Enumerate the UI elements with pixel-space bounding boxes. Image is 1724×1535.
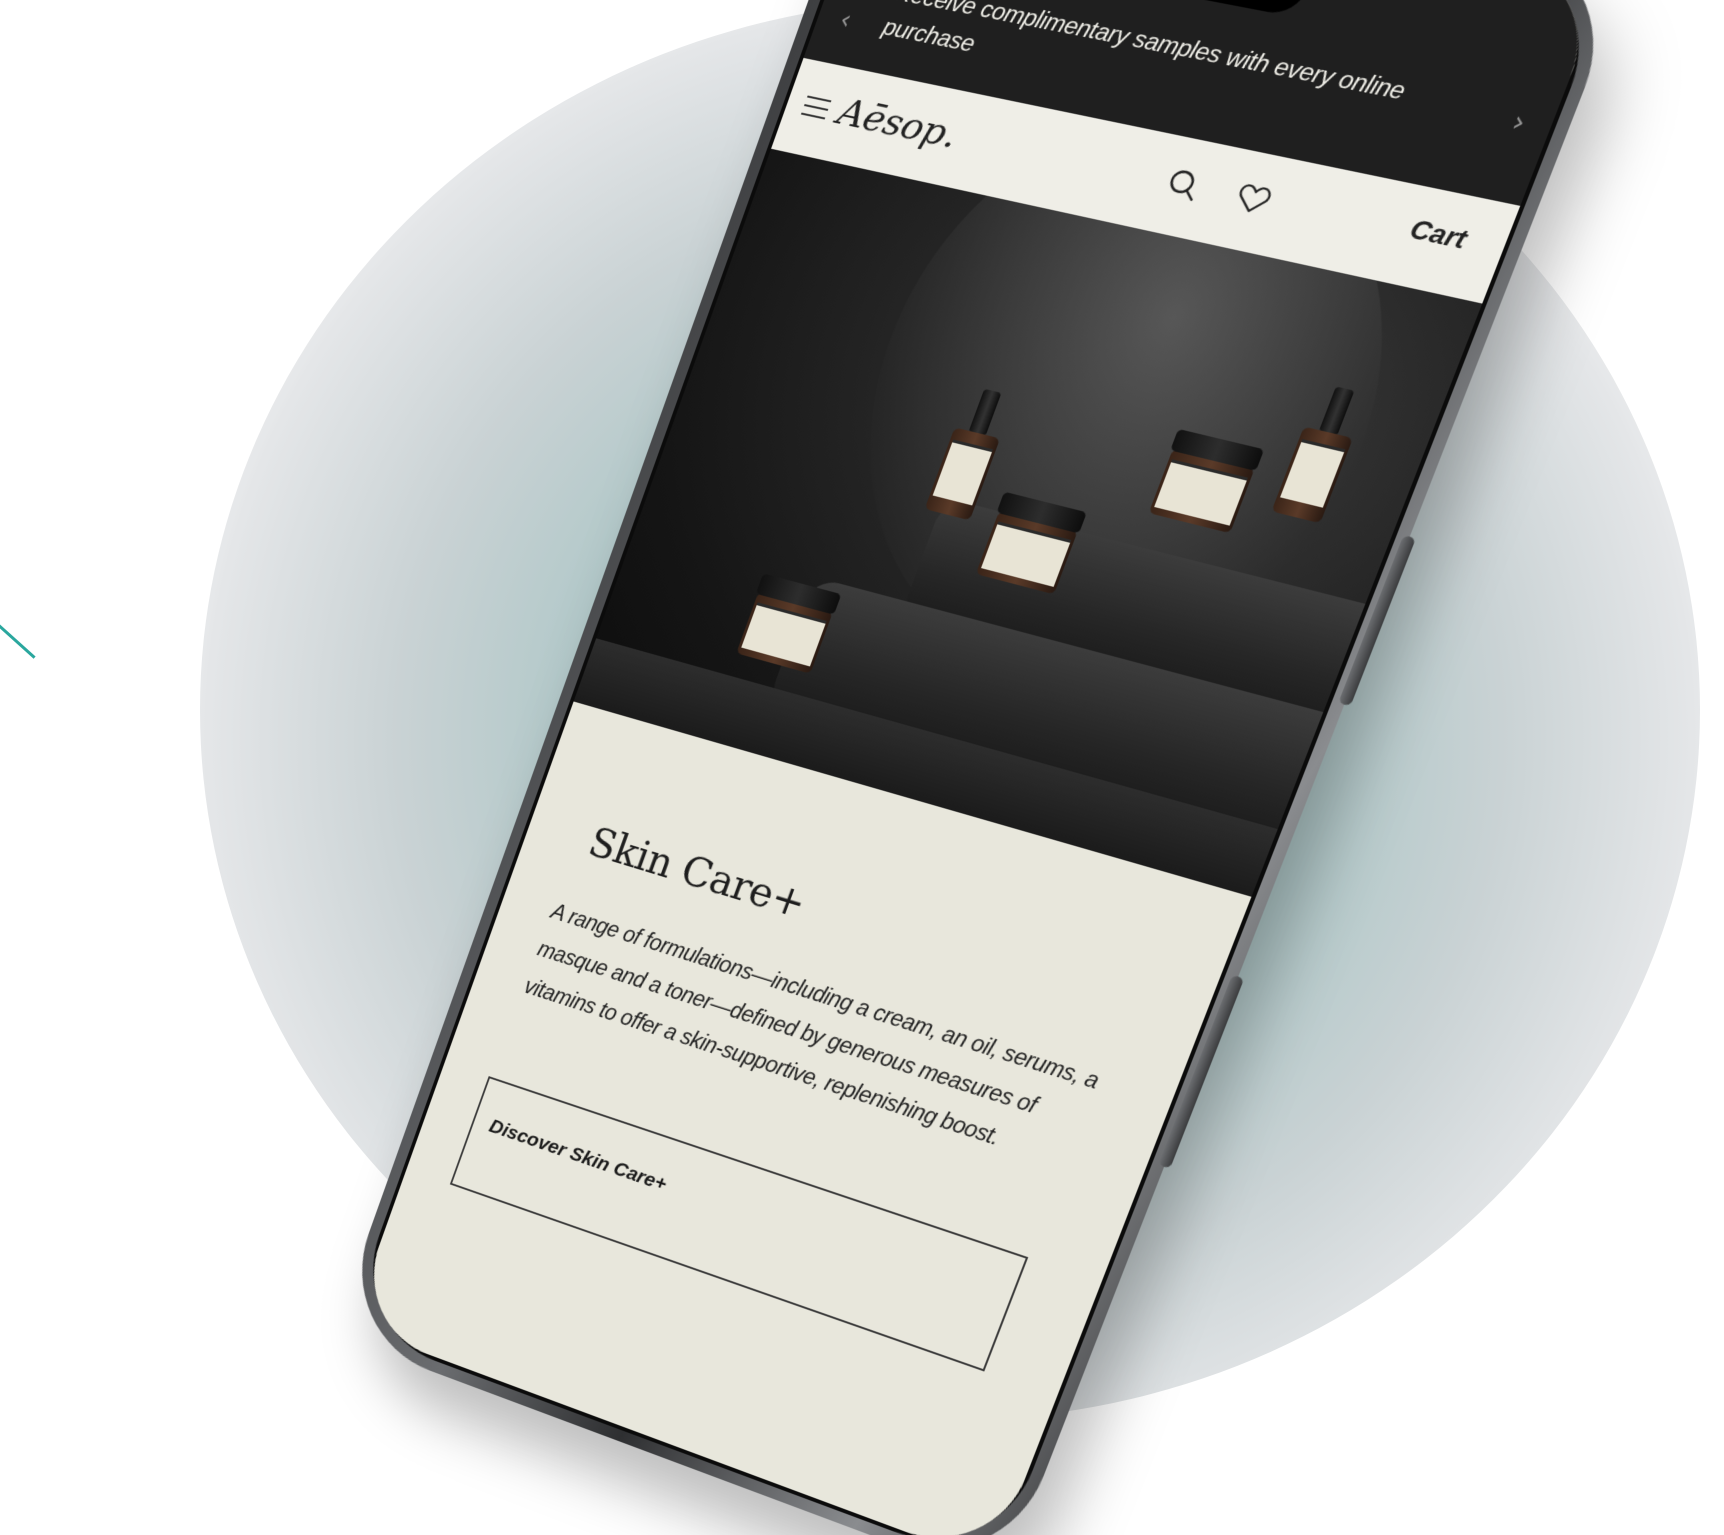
accent-line [0, 616, 36, 659]
heart-icon[interactable] [1230, 179, 1277, 220]
chevron-left-icon[interactable]: ‹ [836, 5, 856, 36]
search-icon[interactable] [1160, 164, 1206, 205]
brand-logo[interactable]: Aēsop. [832, 89, 964, 156]
chevron-right-icon[interactable]: › [1507, 106, 1530, 139]
discover-button-label: Discover Skin Care+ [486, 1115, 670, 1196]
stage: ‹ Receive complimentary samples with eve… [0, 0, 1724, 1535]
cart-link[interactable]: Cart [1405, 213, 1472, 256]
hamburger-menu-icon[interactable] [800, 95, 832, 121]
